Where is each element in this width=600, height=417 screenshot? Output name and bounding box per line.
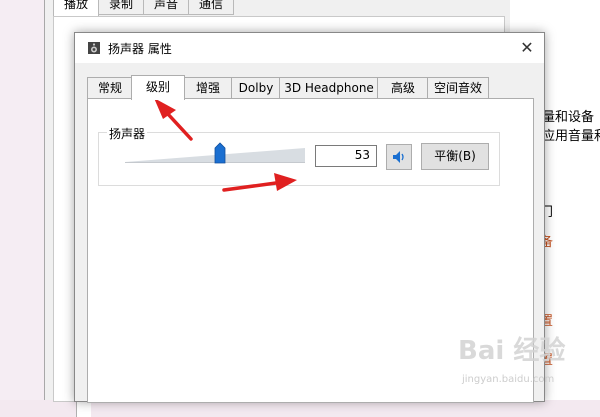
app-volume-text: 应用音量和: [542, 129, 600, 144]
close-button[interactable]: ✕: [514, 35, 540, 61]
tab-recording[interactable]: 录制: [98, 0, 145, 15]
watermark-url: jingyan.baidu.com: [462, 374, 555, 385]
tab-playback[interactable]: 播放: [53, 0, 100, 17]
tab-dolby[interactable]: Dolby: [231, 77, 281, 98]
tab-communications[interactable]: 通信: [188, 0, 235, 15]
balance-button[interactable]: 平衡(B): [421, 143, 489, 170]
speaker-level-group: 扬声器 53 平衡(B): [98, 125, 500, 186]
sound-window-tabs: 播放 录制 声音 通信: [53, 0, 235, 17]
slider-thumb[interactable]: [214, 142, 226, 164]
speaker-group-label: 扬声器: [107, 125, 148, 142]
tab-spatial-sound[interactable]: 空间音效: [427, 77, 489, 98]
volume-devices-heading: 量和设备: [542, 110, 595, 125]
volume-value-field[interactable]: 53: [315, 145, 377, 167]
speaker-volume-icon: [393, 151, 404, 163]
tab-advanced[interactable]: 高级: [377, 77, 429, 98]
mute-button[interactable]: [386, 144, 412, 170]
dialog-titlebar[interactable]: 扬声器 属性 ✕: [75, 33, 544, 63]
dialog-title: 扬声器 属性: [108, 42, 172, 56]
speaker-icon: [88, 42, 100, 54]
tab-enhancements[interactable]: 增强: [183, 77, 233, 98]
desktop-background: [0, 0, 45, 400]
tab-sounds[interactable]: 声音: [143, 0, 190, 15]
volume-slider[interactable]: [125, 142, 305, 164]
watermark-logo: Bai 经验: [458, 336, 566, 366]
tab-general[interactable]: 常规: [87, 77, 133, 98]
tab-3d-headphone[interactable]: 3D Headphone: [279, 77, 379, 98]
tab-levels[interactable]: 级别: [131, 75, 185, 100]
